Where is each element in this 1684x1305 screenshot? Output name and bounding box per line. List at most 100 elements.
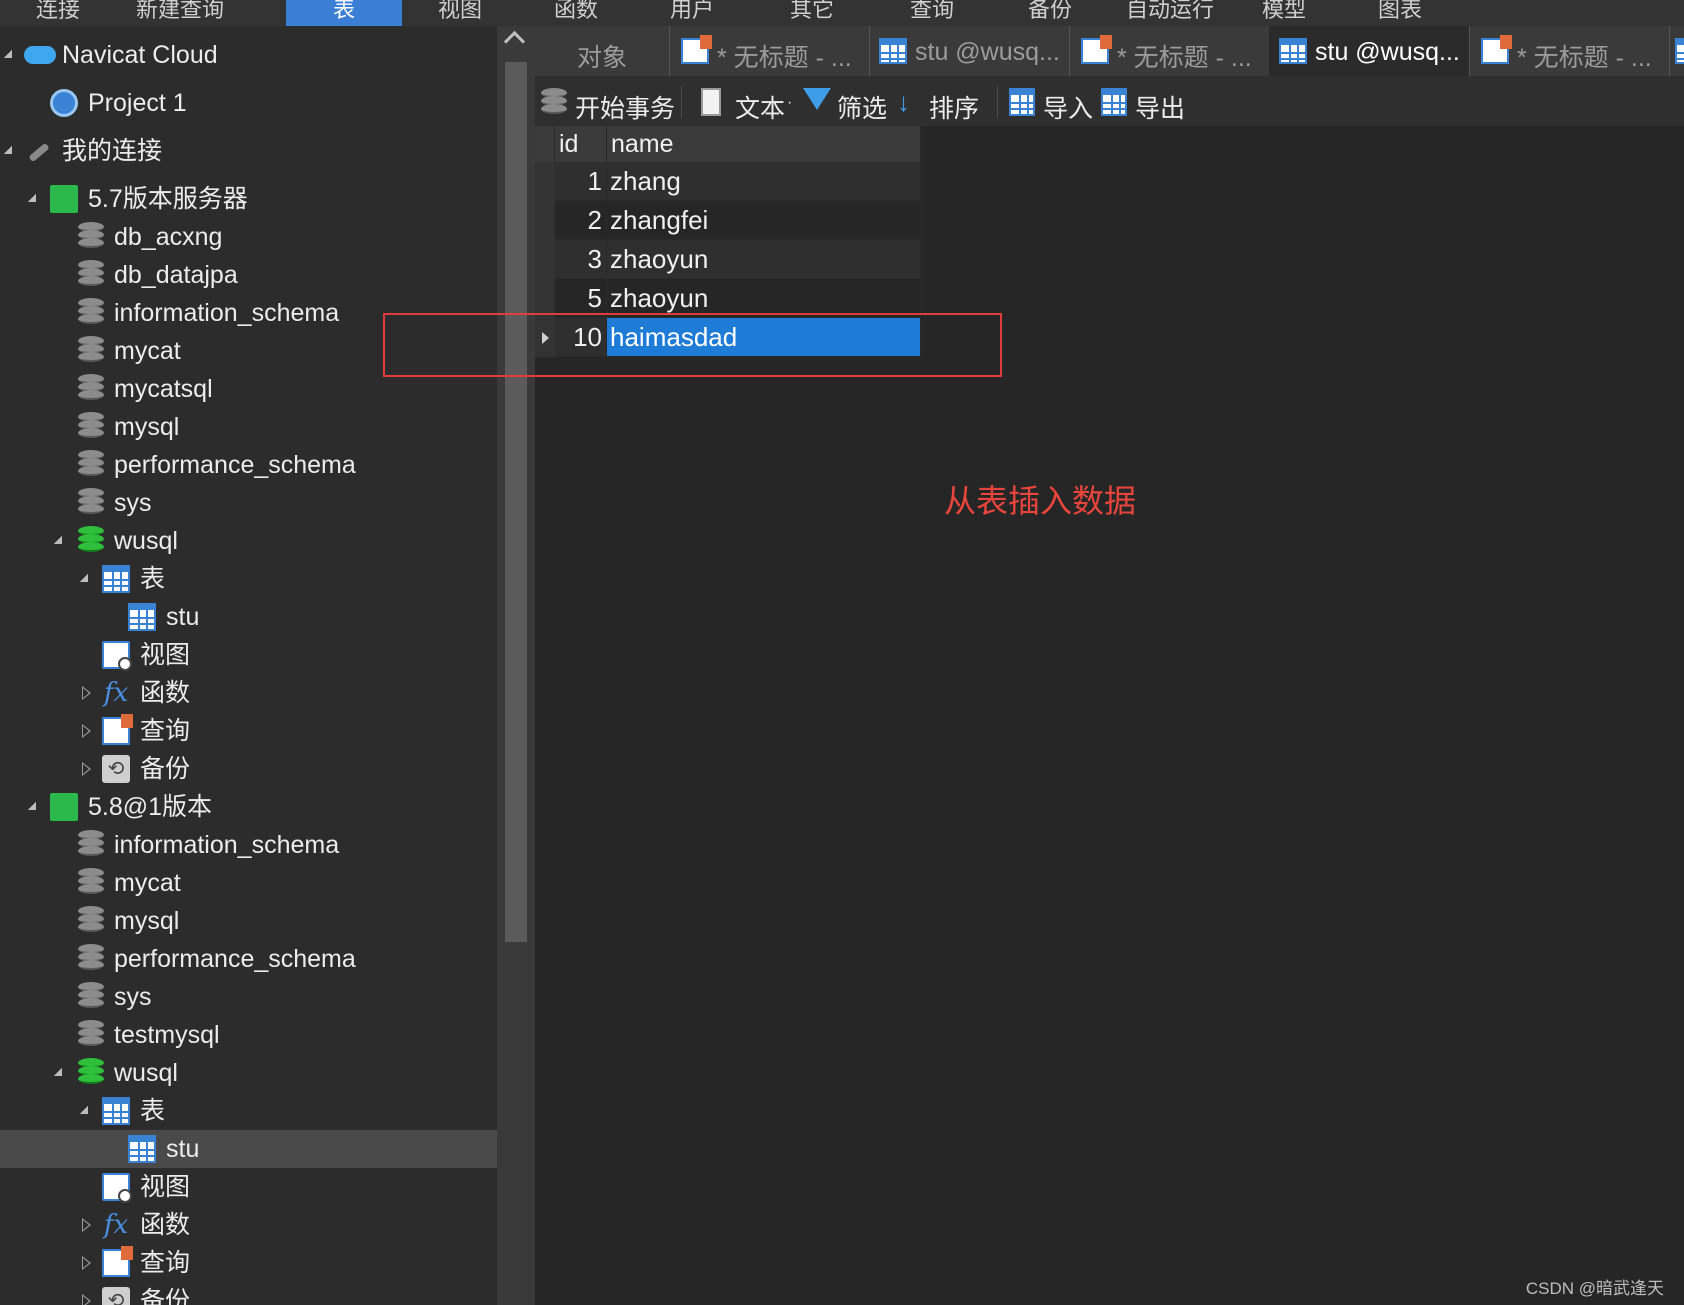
tree-item-functions[interactable]: fx 函数 (0, 674, 497, 712)
scroll-up-icon[interactable] (503, 30, 526, 53)
menu-user[interactable]: 用户 (664, 0, 720, 26)
expand-arrow-icon[interactable] (82, 1294, 91, 1305)
tree-item-database[interactable]: information_schema (0, 826, 497, 864)
cell-id[interactable]: 3 (555, 240, 607, 279)
tree-item-backups[interactable]: ⟲ 备份 (0, 1282, 497, 1305)
database-icon (78, 982, 104, 1012)
collapse-arrow-icon[interactable] (80, 574, 88, 582)
tree-item-my-connections[interactable]: 我的连接 (0, 132, 497, 170)
collapse-arrow-icon[interactable] (4, 50, 12, 58)
tree-item-database-open[interactable]: wusql (0, 1054, 497, 1092)
menu-other[interactable]: 其它 (784, 0, 840, 26)
expand-arrow-icon[interactable] (82, 686, 91, 700)
tree-item-queries[interactable]: 查询 (0, 1244, 497, 1282)
tree-label: 表 (140, 1097, 166, 1125)
menu-automation[interactable]: 自动运行 (1118, 0, 1222, 26)
tab-untitled-query[interactable]: * 无标题 - ... (669, 26, 870, 76)
menu-query[interactable]: 查询 (904, 0, 960, 26)
import-button[interactable]: 导入 (1009, 84, 1099, 123)
row-indicator[interactable] (535, 201, 555, 241)
tree-item-functions[interactable]: fx 函数 (0, 1206, 497, 1244)
query-icon (102, 1246, 133, 1277)
tree-item-database[interactable]: sys (0, 978, 497, 1016)
menu-new-query[interactable]: 新建查询 (128, 0, 232, 26)
table-row[interactable]: 3 zhaoyun (535, 240, 921, 280)
tree-item-database[interactable]: db_acxng (0, 218, 497, 256)
tree-item-database[interactable]: mysql (0, 902, 497, 940)
tree-item-database-open[interactable]: wusql (0, 522, 497, 560)
tree-item-views[interactable]: 视图 (0, 636, 497, 674)
sidebar-scrollbar[interactable] (497, 26, 535, 1305)
tree-item-database[interactable]: mysql (0, 408, 497, 446)
scrollbar-thumb[interactable] (505, 62, 527, 942)
menu-function[interactable]: 函数 (548, 0, 604, 26)
database-icon (78, 488, 104, 518)
collapse-arrow-icon[interactable] (80, 1106, 88, 1114)
filter-button[interactable]: 筛选 (803, 84, 895, 123)
menu-backup[interactable]: 备份 (1022, 0, 1078, 26)
tree-item-server-2[interactable]: 5.8@1版本 (0, 788, 497, 826)
tree-item-navicat-cloud[interactable]: Navicat Cloud (0, 36, 497, 74)
database-icon (78, 1020, 104, 1050)
cell-name[interactable]: zhaoyun (607, 240, 921, 279)
annotation-text: 从表插入数据 (944, 483, 1137, 519)
menu-connect[interactable]: 连接 (30, 0, 86, 26)
menu-table[interactable]: 表 (286, 0, 402, 26)
collapse-arrow-icon[interactable] (54, 1068, 62, 1076)
tab-untitled-query[interactable]: * 无标题 - ... (1069, 26, 1270, 76)
cell-id[interactable]: 1 (555, 162, 607, 201)
tree-item-database[interactable]: sys (0, 484, 497, 522)
tree-item-project[interactable]: Project 1 (0, 84, 497, 122)
table-row[interactable]: 2 zhangfei (535, 201, 921, 241)
cell-name[interactable]: zhangfei (607, 201, 921, 240)
tree-label: stu (166, 603, 200, 631)
tree-item-queries[interactable]: 查询 (0, 712, 497, 750)
tree-item-database[interactable]: testmysql (0, 1016, 497, 1054)
row-indicator[interactable] (535, 162, 555, 202)
tree-item-table[interactable]: stu (0, 598, 497, 636)
tree-item-tables[interactable]: 表 (0, 560, 497, 598)
tree-label: 5.7版本服务器 (88, 185, 248, 213)
tree-label: db_acxng (114, 223, 223, 251)
expand-arrow-icon[interactable] (82, 1218, 91, 1232)
tree-item-database[interactable]: mycat (0, 864, 497, 902)
cell-id[interactable]: 2 (555, 201, 607, 240)
row-indicator[interactable] (535, 240, 555, 280)
tree-item-backups[interactable]: ⟲ 备份 (0, 750, 497, 788)
expand-arrow-icon[interactable] (82, 762, 91, 776)
cell-name[interactable]: zhang (607, 162, 921, 201)
tree-item-database[interactable]: performance_schema (0, 940, 497, 978)
query-icon (102, 714, 133, 745)
backup-icon: ⟲ (102, 1287, 130, 1305)
tab-objects[interactable]: 对象 (535, 26, 670, 76)
tab-stu-table-active[interactable]: stu @wusq... (1269, 26, 1470, 76)
export-button[interactable]: 导出 (1101, 84, 1191, 123)
tree-item-views[interactable]: 视图 (0, 1168, 497, 1206)
table-row[interactable]: 1 zhang (535, 162, 921, 202)
collapse-arrow-icon[interactable] (28, 194, 36, 202)
column-header-id[interactable]: id (555, 126, 607, 162)
tab-label: 对象 (577, 44, 628, 72)
dropdown-dot-icon[interactable]: · (787, 94, 792, 112)
collapse-arrow-icon[interactable] (4, 146, 12, 154)
expand-arrow-icon[interactable] (82, 724, 91, 738)
tab-stu-table[interactable]: stu @wusq... (869, 26, 1070, 76)
tab-overflow[interactable] (1669, 26, 1684, 76)
tree-item-database[interactable]: db_datajpa (0, 256, 497, 294)
text-button[interactable]: 文本 · (701, 84, 801, 123)
sort-button[interactable]: ↓ 排序 (897, 84, 987, 123)
tree-item-tables[interactable]: 表 (0, 1092, 497, 1130)
menu-view[interactable]: 视图 (432, 0, 488, 26)
tree-item-table-selected[interactable]: stu (0, 1130, 497, 1168)
tree-item-database[interactable]: performance_schema (0, 446, 497, 484)
column-header-name[interactable]: name (607, 126, 921, 162)
menu-model[interactable]: 模型 (1256, 0, 1312, 26)
menu-chart[interactable]: 图表 (1372, 0, 1428, 26)
expand-arrow-icon[interactable] (82, 1256, 91, 1270)
tree-item-server-1[interactable]: 5.7版本服务器 (0, 180, 497, 218)
collapse-arrow-icon[interactable] (28, 802, 36, 810)
begin-transaction-button[interactable]: 开始事务 (541, 84, 675, 123)
tree-label: 视图 (140, 641, 191, 669)
collapse-arrow-icon[interactable] (54, 536, 62, 544)
tab-untitled-query[interactable]: * 无标题 - ... (1469, 26, 1670, 76)
